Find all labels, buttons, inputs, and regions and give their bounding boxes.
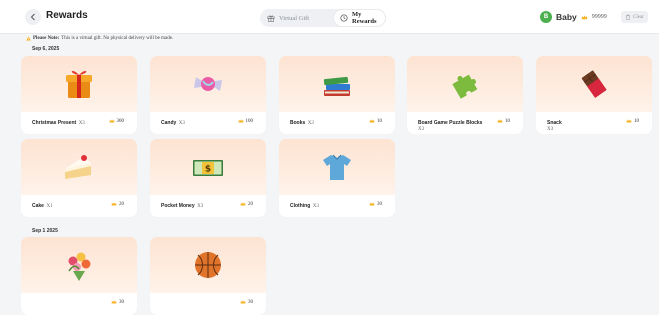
card-points: 300: [109, 118, 124, 124]
card-points: 20: [240, 201, 253, 207]
crown-coin-icon: [109, 119, 114, 123]
crown-coin-icon: [240, 202, 246, 206]
top-bar: Rewards Virtual Gift My Rewards B Baby 9…: [0, 0, 659, 34]
crown-coin-icon: [626, 119, 632, 123]
reward-card[interactable]: Board Game Puzzle Blocks X3 10: [407, 56, 523, 134]
card-image: $: [150, 139, 266, 195]
tab-my-rewards[interactable]: My Rewards: [334, 10, 385, 26]
reward-card[interactable]: 30: [21, 237, 137, 315]
card-points: 10: [626, 118, 639, 124]
cake-slice-icon: [65, 155, 91, 179]
clear-button[interactable]: Clear: [621, 11, 648, 23]
money-icon: $: [193, 160, 223, 176]
user-points: 99999: [591, 14, 607, 20]
card-name: Snack X3: [547, 120, 562, 132]
user-chip[interactable]: B Baby 99999: [540, 10, 607, 24]
card-points: 30: [111, 299, 124, 305]
page-title: Rewards: [46, 10, 88, 21]
notice-banner: Please Note: This is a virtual gift. No …: [26, 36, 173, 41]
card-image: [279, 56, 395, 112]
basketball-icon: [195, 252, 221, 278]
candy-icon: [194, 77, 222, 91]
notice-text: This is a virtual gift. No physical deli…: [61, 36, 174, 41]
card-image: [407, 56, 523, 112]
card-points: 30: [369, 201, 382, 207]
books-icon: [323, 76, 350, 96]
date-label: Sep 1 2025: [32, 228, 58, 234]
chevron-left-icon: [30, 13, 35, 21]
card-image: [21, 237, 137, 293]
crown-coin-icon: [111, 202, 117, 206]
crown-coin-icon: [111, 300, 117, 304]
tab-switcher: Virtual Gift My Rewards: [260, 9, 386, 27]
tab-virtual-gift-label: Virtual Gift: [279, 14, 310, 22]
tab-my-rewards-label: My Rewards: [352, 11, 377, 25]
card-name: Christmas Present X3: [32, 120, 85, 126]
reward-card[interactable]: Snack X3 10: [536, 56, 652, 134]
notice-bold: Please Note:: [33, 36, 60, 41]
shirt-icon: [323, 154, 351, 180]
card-points: 30: [240, 299, 253, 305]
warning-icon: [26, 36, 31, 41]
card-image: [21, 56, 137, 112]
card-image: [150, 56, 266, 112]
card-name: Candy X3: [161, 120, 185, 126]
reward-card[interactable]: Books X3 10: [279, 56, 395, 134]
puzzle-piece-icon: [452, 74, 478, 99]
crown-coin-icon: [240, 300, 246, 304]
card-image: [21, 139, 137, 195]
card-image: [150, 237, 266, 293]
card-points: 10: [369, 118, 382, 124]
date-label: Sep 6, 2025: [32, 46, 60, 52]
reward-card[interactable]: Christmas Present X3 300: [21, 56, 137, 134]
crown-coin-icon: [369, 119, 375, 123]
reward-card[interactable]: 30: [150, 237, 266, 315]
clock-icon: [340, 14, 348, 22]
crown-coin-icon: [581, 14, 588, 19]
reward-card[interactable]: $ Pocket Money X3 20: [150, 139, 266, 217]
card-name: Cake X1: [32, 203, 53, 209]
user-name: Baby: [556, 12, 577, 22]
card-points: 20: [111, 201, 124, 207]
card-name: Board Game Puzzle Blocks X3: [418, 120, 483, 132]
card-name: Pocket Money X3: [161, 203, 204, 209]
trash-icon: [625, 14, 631, 20]
clear-label: Clear: [633, 14, 644, 20]
svg-text:$: $: [205, 165, 211, 175]
avatar: B: [540, 11, 552, 23]
reward-card[interactable]: Candy X3 100: [150, 56, 266, 134]
crown-coin-icon: [369, 202, 375, 206]
flower-bouquet-icon: [68, 252, 91, 281]
gift-outline-icon: [267, 15, 275, 22]
tab-virtual-gift[interactable]: Virtual Gift: [261, 10, 333, 26]
chocolate-bar-icon: [581, 70, 607, 98]
card-name: Books X3: [290, 120, 314, 126]
back-button[interactable]: [25, 9, 41, 25]
card-points: 100: [238, 118, 253, 124]
crown-coin-icon: [497, 119, 503, 123]
card-image: [279, 139, 395, 195]
card-points: 10: [497, 118, 510, 124]
card-name: Clothing X3: [290, 203, 319, 209]
gift-box-icon: [66, 70, 92, 98]
reward-card[interactable]: Clothing X3 30: [279, 139, 395, 217]
reward-card[interactable]: Cake X1 20: [21, 139, 137, 217]
crown-coin-icon: [238, 119, 243, 123]
card-image: [536, 56, 652, 112]
